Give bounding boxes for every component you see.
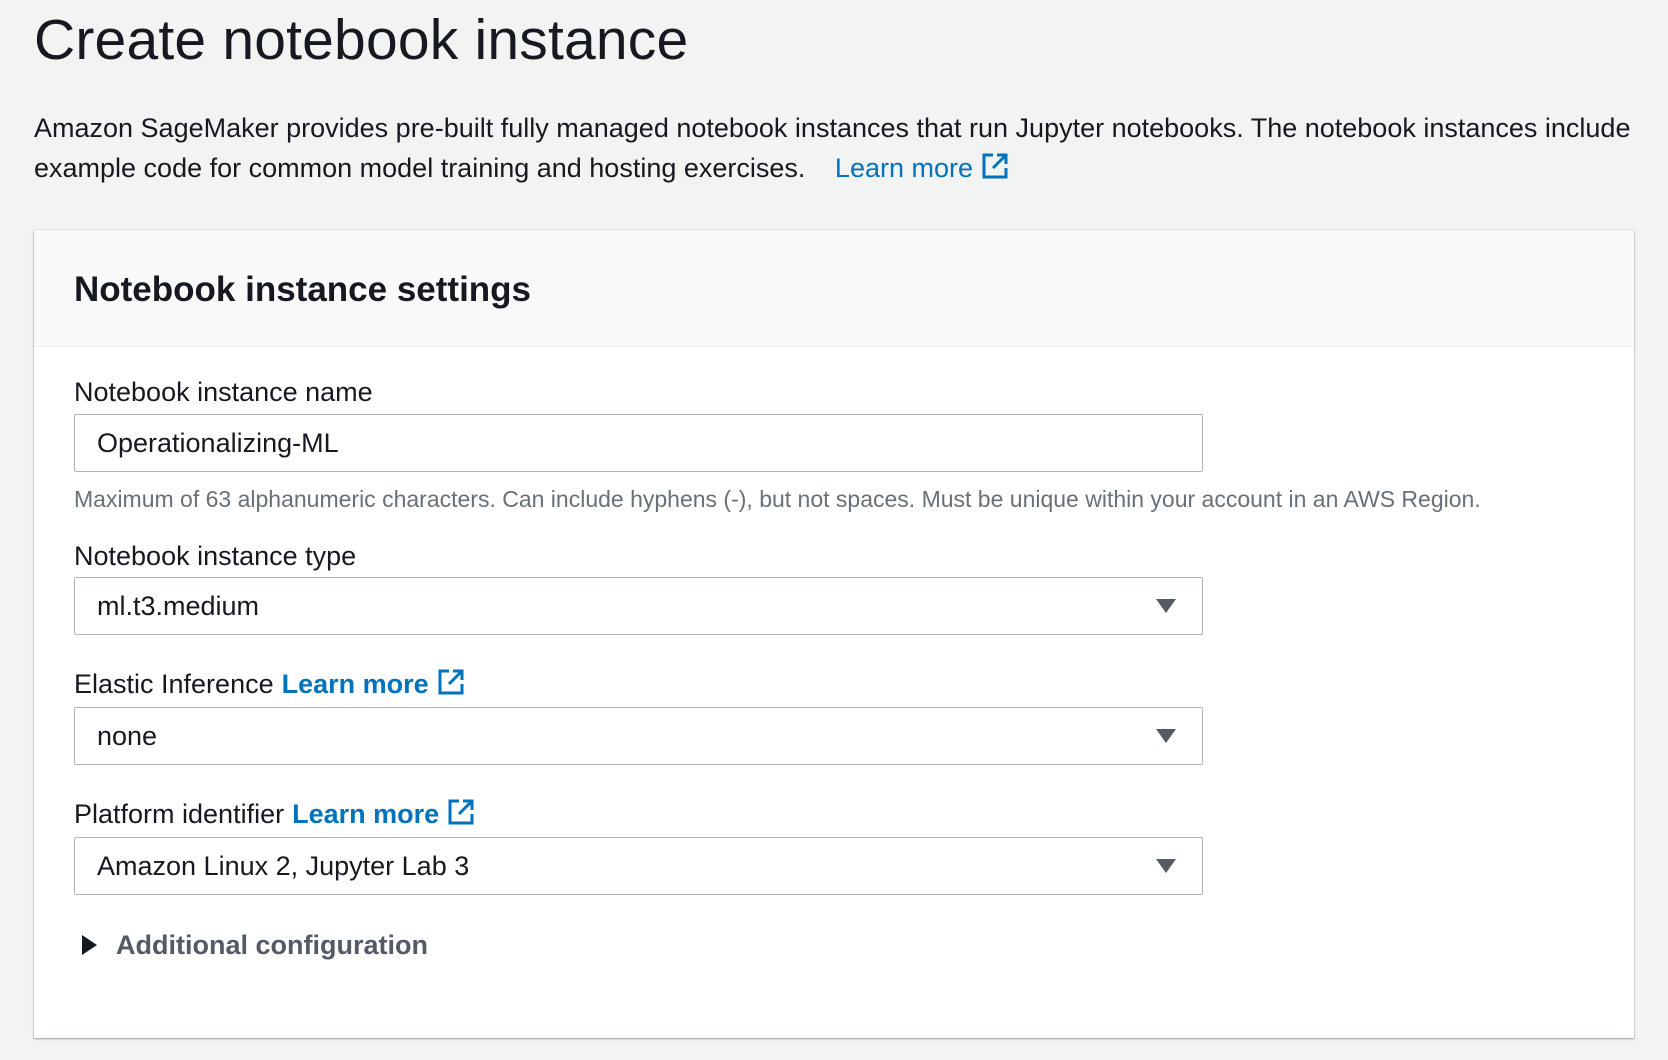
elastic-inference-select[interactable]: none: [74, 707, 1203, 765]
caret-down-icon: [1156, 729, 1176, 743]
platform-identifier-label-text: Platform identifier: [74, 799, 285, 829]
instance-name-input[interactable]: [74, 414, 1203, 472]
caret-down-icon: [1156, 859, 1176, 873]
external-link-icon: [447, 798, 475, 835]
learn-more-link[interactable]: Learn more: [835, 153, 1009, 183]
learn-more-label: Learn more: [834, 153, 973, 183]
instance-name-hint: Maximum of 63 alphanumeric characters. C…: [74, 486, 1481, 512]
page-title: Create notebook instance: [34, 8, 689, 72]
platform-identifier-value: Amazon Linux 2, Jupyter Lab 3: [97, 851, 470, 881]
elastic-inference-learn-more-link[interactable]: Learn more: [282, 669, 465, 699]
instance-type-select[interactable]: ml.t3.medium: [74, 577, 1203, 635]
caret-down-icon: [1156, 599, 1176, 613]
instance-name-label: Notebook instance name: [74, 377, 373, 407]
notebook-settings-panel: Notebook instance settings Notebook inst…: [34, 230, 1634, 1038]
instance-type-value: ml.t3.medium: [97, 591, 260, 621]
panel-header: Notebook instance settings: [34, 230, 1634, 347]
external-link-icon: [437, 668, 465, 705]
additional-configuration-label: Additional configuration: [116, 930, 428, 960]
panel-title: Notebook instance settings: [74, 270, 532, 309]
platform-identifier-label: Platform identifier Learn more: [74, 796, 475, 835]
platform-identifier-select[interactable]: Amazon Linux 2, Jupyter Lab 3: [74, 837, 1203, 895]
external-link-icon: [981, 151, 1009, 191]
page-description: Amazon SageMaker provides pre-built full…: [34, 108, 1634, 191]
elastic-inference-label-text: Elastic Inference: [74, 669, 274, 699]
elastic-inference-learn-more-label: Learn more: [281, 669, 429, 699]
create-notebook-page: Create notebook instance Amazon SageMake…: [0, 0, 1668, 1060]
instance-type-label: Notebook instance type: [74, 541, 357, 571]
caret-right-icon: [82, 935, 97, 955]
platform-learn-more-label: Learn more: [292, 799, 440, 829]
page-description-text: Amazon SageMaker provides pre-built full…: [34, 113, 1631, 183]
elastic-inference-label: Elastic Inference Learn more: [74, 666, 465, 705]
elastic-inference-value: none: [97, 721, 158, 751]
platform-learn-more-link[interactable]: Learn more: [292, 799, 475, 829]
